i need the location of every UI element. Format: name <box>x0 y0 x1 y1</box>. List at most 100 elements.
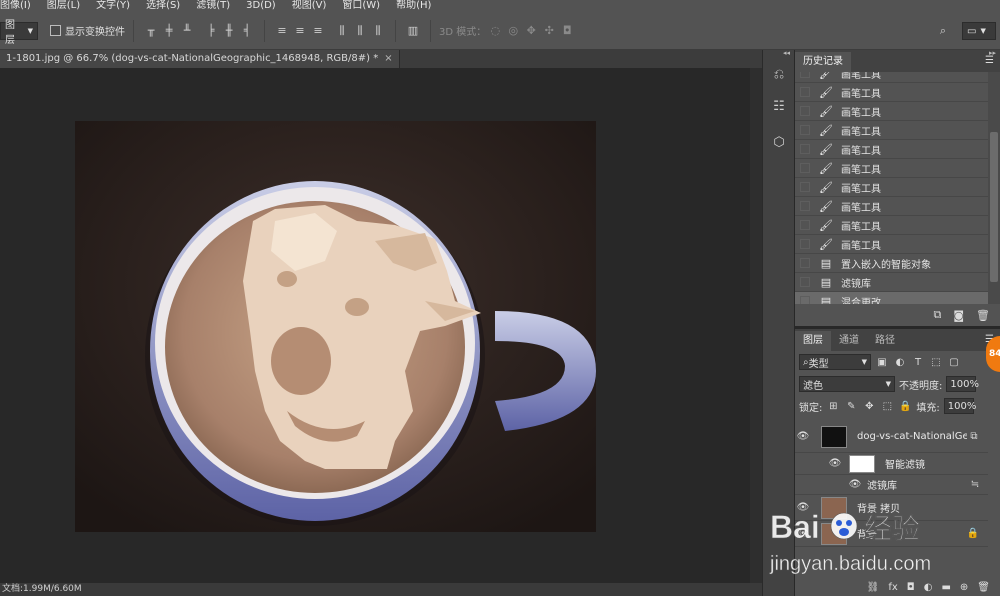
history-item[interactable]: 🖌 画笔工具 <box>795 121 988 140</box>
camera-icon[interactable]: ◙ <box>953 309 964 322</box>
collapse-arrows-icon[interactable]: ◂◂ <box>783 50 790 57</box>
layer-row-smart-filters[interactable]: 👁 智能滤镜 <box>795 453 988 475</box>
snapshot-checkbox[interactable] <box>800 296 810 304</box>
history-item[interactable]: 🖌 画笔工具 <box>795 178 988 197</box>
link-layers-icon[interactable]: ⛓ <box>867 582 880 593</box>
menu-type[interactable]: 文字(Y) <box>96 0 130 12</box>
lock-transparent-icon[interactable]: ⊞ <box>826 401 840 412</box>
distribute-left-icon[interactable]: ⫼ <box>333 22 351 40</box>
snapshot-checkbox[interactable] <box>800 72 810 78</box>
layer-row-filter-gallery[interactable]: 👁 滤镜库 ≒ <box>795 475 988 495</box>
menu-help[interactable]: 帮助(H) <box>396 0 431 12</box>
history-scrollbar[interactable] <box>988 72 1000 304</box>
align-hcenter-icon[interactable]: ╫ <box>220 22 238 40</box>
menu-3d[interactable]: 3D(D) <box>246 0 276 12</box>
canvas-area[interactable] <box>0 68 750 583</box>
add-mask-icon[interactable]: ◘ <box>907 582 915 593</box>
canvas-vertical-scrollbar[interactable] <box>750 68 762 583</box>
workspace-dropdown[interactable]: ▭ ▼ <box>962 22 996 40</box>
lock-artboard-icon[interactable]: ⬚ <box>880 401 894 412</box>
history-item[interactable]: 🖌 画笔工具 <box>795 235 988 254</box>
fill-input[interactable]: 100% <box>943 398 976 414</box>
pan-3d-icon[interactable]: ✥ <box>522 22 540 40</box>
layer-row-smart-object[interactable]: 👁 dog-vs-cat-NationalGe... ⧉ <box>795 421 988 453</box>
snapshot-checkbox[interactable] <box>800 220 810 230</box>
visibility-eye-icon[interactable]: 👁 <box>827 458 843 469</box>
history-item[interactable]: 🖌 画笔工具 <box>795 83 988 102</box>
auto-align-icon[interactable]: ▥ <box>404 22 422 40</box>
search-icon[interactable]: ⌕ <box>934 22 952 40</box>
align-bottom-icon[interactable]: ╨ <box>178 22 196 40</box>
menu-view[interactable]: 视图(V) <box>292 0 327 12</box>
adjustment-layer-icon[interactable]: ◐ <box>924 582 933 593</box>
rotate-3d-icon[interactable]: ◌ <box>486 22 504 40</box>
snapshot-checkbox[interactable] <box>800 106 810 116</box>
visibility-eye-icon[interactable]: 👁 <box>795 431 811 442</box>
blend-mode-dropdown[interactable]: 滤色 ▼ <box>799 376 895 392</box>
distribute-top-icon[interactable]: ≡ <box>273 22 291 40</box>
history-item[interactable]: 🖌 画笔工具 <box>795 102 988 121</box>
shape-filter-icon[interactable]: ⬚ <box>929 357 943 368</box>
opacity-input[interactable]: 100% <box>946 376 979 392</box>
distribute-right-icon[interactable]: ⫼ <box>369 22 387 40</box>
snapshot-checkbox[interactable] <box>800 87 810 97</box>
fx-icon[interactable]: fx <box>888 582 897 593</box>
smart-object-filter-icon[interactable]: ▢ <box>947 357 961 368</box>
adjustment-filter-icon[interactable]: ◐ <box>893 357 907 368</box>
new-group-icon[interactable]: ▬ <box>941 582 950 593</box>
snapshot-checkbox[interactable] <box>800 258 810 268</box>
transform-checkbox[interactable] <box>50 25 61 36</box>
document-size-info[interactable]: 文档:1.99M/6.60M <box>2 584 82 594</box>
properties-panel-icon[interactable]: ☷ <box>769 96 789 116</box>
image-filter-icon[interactable]: ▣ <box>875 357 889 368</box>
transform-controls-toggle[interactable]: 显示变换控件 <box>50 23 125 38</box>
lock-pixels-icon[interactable]: ✎ <box>844 401 858 412</box>
close-icon[interactable]: × <box>384 53 392 64</box>
auto-select-dropdown[interactable]: 图层 ▼ <box>0 20 38 46</box>
align-left-icon[interactable]: ╞ <box>202 22 220 40</box>
snapshot-checkbox[interactable] <box>800 125 810 135</box>
lock-position-icon[interactable]: ✥ <box>862 401 876 412</box>
lock-all-icon[interactable]: 🔒 <box>898 401 912 412</box>
tab-history[interactable]: 历史记录 <box>795 52 851 72</box>
distribute-hcenter-icon[interactable]: ⫼ <box>351 22 369 40</box>
tab-channels[interactable]: 通道 <box>831 331 867 351</box>
video-camera-icon[interactable]: ◘ <box>558 22 576 40</box>
type-filter-icon[interactable]: T <box>911 357 925 368</box>
filter-options-icon[interactable]: ≒ <box>968 479 982 490</box>
snapshot-checkbox[interactable] <box>800 239 810 249</box>
tab-paths[interactable]: 路径 <box>867 331 903 351</box>
history-item[interactable]: ▤ 滤镜库 <box>795 273 988 292</box>
3d-panel-icon[interactable]: ⬡ <box>769 132 789 152</box>
document-tab[interactable]: 1-1801.jpg @ 66.7% (dog-vs-cat-NationalG… <box>0 50 400 68</box>
align-top-icon[interactable]: ╥ <box>142 22 160 40</box>
panel-menu-icon[interactable]: ☰ <box>985 55 994 66</box>
align-vcenter-icon[interactable]: ╪ <box>160 22 178 40</box>
snapshot-checkbox[interactable] <box>800 163 810 173</box>
snapshot-checkbox[interactable] <box>800 144 810 154</box>
distribute-vcenter-icon[interactable]: ≡ <box>291 22 309 40</box>
history-item[interactable]: 🖌 画笔工具 <box>795 72 988 83</box>
snapshot-checkbox[interactable] <box>800 277 810 287</box>
history-item[interactable]: 🖌 画笔工具 <box>795 159 988 178</box>
new-document-from-state-icon[interactable]: ⧉ <box>933 308 941 322</box>
align-right-icon[interactable]: ╡ <box>238 22 256 40</box>
slide-3d-icon[interactable]: ✣ <box>540 22 558 40</box>
notification-badge[interactable]: 84 <box>986 336 1000 372</box>
menu-image[interactable]: 图像(I) <box>0 0 31 12</box>
snapshot-checkbox[interactable] <box>800 201 810 211</box>
history-item[interactable]: ▤ 置入嵌入的智能对象 <box>795 254 988 273</box>
menu-select[interactable]: 选择(S) <box>146 0 180 12</box>
new-layer-icon[interactable]: ⊕ <box>960 582 968 593</box>
trash-icon[interactable]: 🗑 <box>976 309 990 322</box>
history-scroll-thumb[interactable] <box>990 132 998 282</box>
history-panel-icon[interactable]: ⎌ <box>769 64 789 84</box>
menu-layer[interactable]: 图层(L) <box>47 0 80 12</box>
history-item[interactable]: 🖌 画笔工具 <box>795 197 988 216</box>
layer-filter-dropdown[interactable]: ⌕ 类型 ▼ <box>799 354 871 370</box>
menu-filter[interactable]: 滤镜(T) <box>196 0 230 12</box>
distribute-bottom-icon[interactable]: ≡ <box>309 22 327 40</box>
menu-window[interactable]: 窗口(W) <box>342 0 380 12</box>
trash-icon[interactable]: 🗑 <box>977 582 990 593</box>
roll-3d-icon[interactable]: ◎ <box>504 22 522 40</box>
